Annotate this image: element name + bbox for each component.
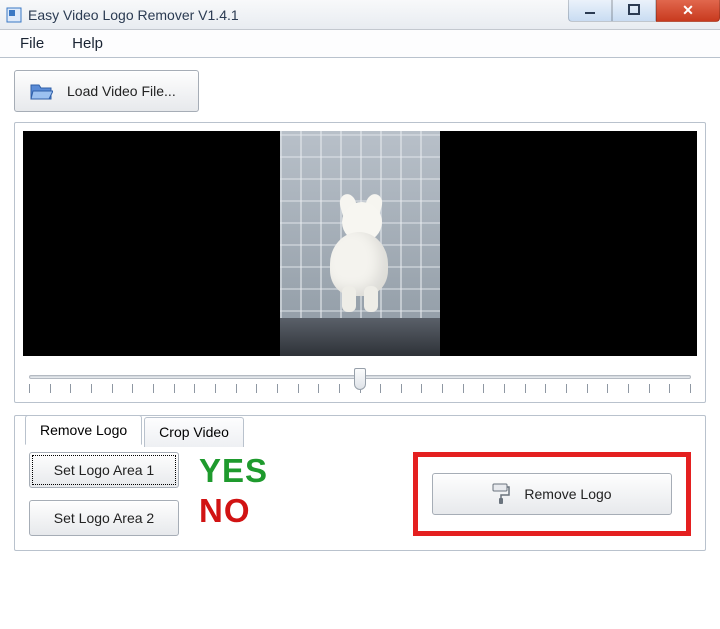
video-frame bbox=[280, 131, 440, 356]
callout-highlight: Remove Logo bbox=[413, 452, 691, 536]
folder-open-icon bbox=[29, 81, 53, 101]
tab-body: Set Logo Area 1 Set Logo Area 2 YES NO bbox=[29, 452, 691, 536]
set-logo-area-2-button[interactable]: Set Logo Area 2 bbox=[29, 500, 179, 536]
video-panel bbox=[14, 122, 706, 403]
menu-help[interactable]: Help bbox=[58, 30, 117, 57]
load-video-button[interactable]: Load Video File... bbox=[14, 70, 199, 112]
slider-thumb[interactable] bbox=[354, 368, 366, 390]
load-video-label: Load Video File... bbox=[67, 83, 176, 99]
annotation-yes: YES bbox=[199, 452, 268, 490]
window-title: Easy Video Logo Remover V1.4.1 bbox=[28, 7, 239, 23]
close-icon: ✕ bbox=[682, 2, 694, 19]
remove-logo-button[interactable]: Remove Logo bbox=[432, 473, 672, 515]
window-controls: ✕ bbox=[568, 0, 720, 22]
app-icon bbox=[6, 7, 22, 23]
tab-remove-logo[interactable]: Remove Logo bbox=[25, 415, 142, 445]
menu-bar: File Help bbox=[0, 30, 720, 58]
tab-crop-video[interactable]: Crop Video bbox=[144, 417, 244, 447]
title-bar: Easy Video Logo Remover V1.4.1 ✕ bbox=[0, 0, 720, 30]
set-logo-area-1-button[interactable]: Set Logo Area 1 bbox=[29, 452, 179, 488]
load-row: Load Video File... bbox=[14, 70, 706, 112]
maximize-button[interactable] bbox=[612, 0, 656, 22]
remove-column: Remove Logo bbox=[413, 452, 691, 536]
menu-file[interactable]: File bbox=[6, 30, 58, 57]
client-area: Load Video File... Remove Logo bbox=[0, 58, 720, 561]
annotation-no: NO bbox=[199, 492, 268, 530]
seek-slider[interactable] bbox=[23, 366, 697, 396]
minimize-button[interactable] bbox=[568, 0, 612, 22]
tab-strip: Remove Logo Crop Video bbox=[25, 415, 246, 445]
paint-roller-icon bbox=[492, 483, 510, 505]
annotation-column: YES NO bbox=[199, 452, 268, 530]
set-area-column: Set Logo Area 1 Set Logo Area 2 bbox=[29, 452, 179, 536]
tabs-panel: Remove Logo Crop Video Set Logo Area 1 S… bbox=[14, 415, 706, 551]
close-button[interactable]: ✕ bbox=[656, 0, 720, 22]
video-preview[interactable] bbox=[23, 131, 697, 356]
remove-logo-label: Remove Logo bbox=[524, 486, 611, 502]
